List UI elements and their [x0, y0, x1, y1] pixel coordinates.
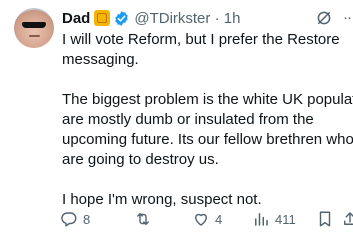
user-handle[interactable]: @TDirkster — [134, 10, 210, 27]
tweet-paragraph: I hope I'm wrong, suspect not. — [62, 190, 353, 210]
tweet-line: upcoming future. Its our fellow brethren… — [62, 131, 353, 148]
bookmark-icon — [319, 211, 331, 227]
avatar-sunglasses — [22, 22, 46, 28]
tweet-line: The biggest problem is the white UK popu… — [62, 91, 353, 108]
tweet-line: are going to destroy us. — [62, 151, 219, 168]
reply-count: 8 — [83, 211, 91, 227]
grok-icon[interactable] — [315, 9, 333, 27]
timestamp[interactable]: 1h — [224, 10, 241, 27]
retweet-button[interactable] — [134, 208, 157, 230]
avatar-mouth — [29, 35, 40, 37]
tweet-line: messaging. — [62, 51, 139, 68]
tweet-text: I will vote Reform, but I prefer the Res… — [62, 30, 353, 210]
verified-badge-icon[interactable] — [113, 10, 130, 27]
tweet-header: Dad @TDirkster · 1h — [62, 8, 240, 28]
reply-icon — [61, 212, 77, 227]
separator: · — [214, 9, 220, 27]
retweet-icon — [137, 213, 149, 225]
like-count: 4 — [215, 211, 223, 227]
bookmark-button[interactable] — [316, 208, 334, 230]
tweet-line: are mostly dumb or insulated from the — [62, 111, 314, 128]
reply-button[interactable]: 8 — [60, 208, 90, 230]
tweet[interactable]: Dad @TDirkster · 1h ·· I will vote Refor… — [0, 0, 353, 240]
tweet-paragraph: The biggest problem is the white UK popu… — [62, 90, 353, 170]
tweet-line: I will vote Reform, but I prefer the Res… — [62, 31, 340, 48]
tweet-paragraph: I will vote Reform, but I prefer the Res… — [62, 30, 353, 70]
share-icon — [344, 212, 353, 225]
share-button[interactable] — [341, 208, 353, 230]
handle-and-time: @TDirkster · 1h — [134, 10, 240, 27]
views-button[interactable]: 411 — [252, 208, 296, 230]
tweet-line: I hope I'm wrong, suspect not. — [62, 191, 262, 208]
like-button[interactable]: 4 — [192, 208, 222, 230]
views-icon — [255, 213, 268, 226]
like-icon — [195, 213, 207, 226]
action-bar: 8 4 411 — [60, 208, 353, 230]
avatar[interactable] — [14, 8, 54, 48]
views-count: 411 — [275, 211, 296, 227]
more-icon[interactable]: ·· — [343, 9, 352, 26]
emoji-icon — [94, 10, 111, 26]
display-name[interactable]: Dad — [62, 10, 90, 27]
